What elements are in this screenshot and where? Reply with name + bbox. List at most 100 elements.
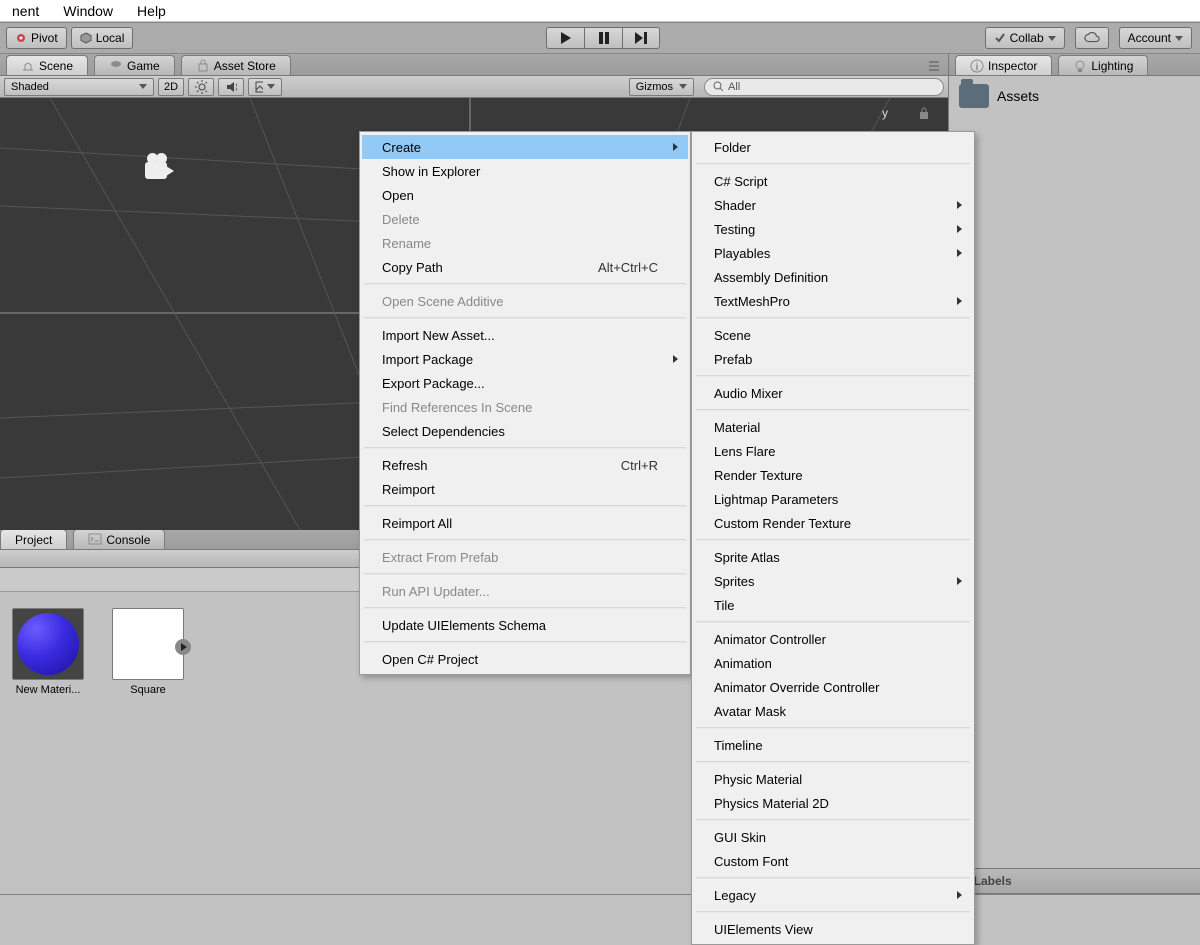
context-menu-item[interactable]: Reimport bbox=[362, 477, 688, 501]
create-menu-item[interactable]: Testing bbox=[694, 217, 972, 241]
context-menu-item[interactable]: Copy PathAlt+Ctrl+C bbox=[362, 255, 688, 279]
tab-console[interactable]: Console bbox=[73, 529, 165, 549]
create-menu-item[interactable]: Timeline bbox=[694, 733, 972, 757]
inspector-body: Assets bbox=[949, 76, 1200, 868]
step-button[interactable] bbox=[622, 27, 660, 49]
create-menu-item[interactable]: Animator Controller bbox=[694, 627, 972, 651]
create-menu-item[interactable]: Physics Material 2D bbox=[694, 791, 972, 815]
menu-item-shortcut: Ctrl+R bbox=[581, 458, 658, 473]
tab-lighting[interactable]: Lighting bbox=[1058, 55, 1148, 75]
create-menu-item[interactable]: Custom Font bbox=[694, 849, 972, 873]
asset-labels-header[interactable]: set Labels bbox=[949, 868, 1200, 894]
create-menu-item[interactable]: Material bbox=[694, 415, 972, 439]
menu-help[interactable]: Help bbox=[125, 1, 178, 21]
scene-search[interactable]: All bbox=[704, 78, 944, 96]
create-menu-separator bbox=[696, 163, 970, 165]
light-toggle[interactable] bbox=[188, 78, 214, 96]
menu-item-label: Sprite Atlas bbox=[714, 550, 780, 565]
axis-label: y bbox=[882, 106, 888, 120]
create-menu-item[interactable]: Folder bbox=[694, 135, 972, 159]
asset-item-sprite[interactable]: Square bbox=[108, 608, 188, 878]
tab-inspector[interactable]: i Inspector bbox=[955, 55, 1052, 75]
account-button[interactable]: Account bbox=[1119, 27, 1192, 49]
context-menu-item[interactable]: Import New Asset... bbox=[362, 323, 688, 347]
create-menu-item[interactable]: Render Texture bbox=[694, 463, 972, 487]
sun-icon bbox=[195, 80, 207, 94]
chevron-right-icon bbox=[673, 143, 678, 151]
context-menu-item[interactable]: Open C# Project bbox=[362, 647, 688, 671]
gizmos-dropdown[interactable]: Gizmos bbox=[629, 78, 694, 96]
menu-item-label: Update UIElements Schema bbox=[382, 618, 546, 633]
create-menu-item[interactable]: UIElements View bbox=[694, 917, 972, 941]
menu-item-label: Open C# Project bbox=[382, 652, 478, 667]
context-menu-item[interactable]: Import Package bbox=[362, 347, 688, 371]
tab-scene[interactable]: Scene bbox=[6, 55, 88, 75]
context-menu-item[interactable]: Open bbox=[362, 183, 688, 207]
create-menu-item[interactable]: C# Script bbox=[694, 169, 972, 193]
create-menu-item[interactable]: Animation bbox=[694, 651, 972, 675]
context-menu-item: Open Scene Additive bbox=[362, 289, 688, 313]
create-menu-item[interactable]: Custom Render Texture bbox=[694, 511, 972, 535]
context-menu-item[interactable]: Show in Explorer bbox=[362, 159, 688, 183]
step-icon bbox=[634, 31, 648, 45]
context-menu-separator bbox=[364, 573, 686, 575]
panel-options-button[interactable] bbox=[924, 57, 944, 75]
create-menu-item[interactable]: Audio Mixer bbox=[694, 381, 972, 405]
create-menu-item[interactable]: Avatar Mask bbox=[694, 699, 972, 723]
tab-game[interactable]: Game bbox=[94, 55, 175, 75]
create-menu-item[interactable]: Animator Override Controller bbox=[694, 675, 972, 699]
create-menu-separator bbox=[696, 621, 970, 623]
create-menu-separator bbox=[696, 877, 970, 879]
context-menu-item: Rename bbox=[362, 231, 688, 255]
create-menu-item[interactable]: Legacy bbox=[694, 883, 972, 907]
tab-project[interactable]: Project bbox=[0, 529, 67, 549]
menu-component[interactable]: nent bbox=[0, 1, 51, 21]
menu-item-label: Animator Controller bbox=[714, 632, 826, 647]
create-menu-item[interactable]: Sprite Atlas bbox=[694, 545, 972, 569]
speaker-icon bbox=[225, 80, 237, 94]
pause-button[interactable] bbox=[584, 27, 622, 49]
camera-gizmo[interactable] bbox=[145, 158, 179, 184]
mode-2d-label: 2D bbox=[164, 81, 178, 93]
menu-item-label: Render Texture bbox=[714, 468, 803, 483]
audio-toggle[interactable] bbox=[218, 78, 244, 96]
effects-dropdown[interactable] bbox=[248, 78, 282, 96]
context-menu-item[interactable]: Update UIElements Schema bbox=[362, 613, 688, 637]
collab-button[interactable]: Collab bbox=[985, 27, 1065, 49]
asset-item-material[interactable]: New Materi... bbox=[8, 608, 88, 878]
pivot-button[interactable]: Pivot bbox=[6, 27, 67, 49]
create-menu-item[interactable]: Shader bbox=[694, 193, 972, 217]
menu-item-label: Run API Updater... bbox=[382, 584, 490, 599]
create-menu-item[interactable]: GUI Skin bbox=[694, 825, 972, 849]
cloud-button[interactable] bbox=[1075, 27, 1109, 49]
create-menu-item[interactable]: Playables bbox=[694, 241, 972, 265]
create-menu-item[interactable]: Lightmap Parameters bbox=[694, 487, 972, 511]
mode-2d-button[interactable]: 2D bbox=[158, 78, 184, 96]
context-menu-item[interactable]: Reimport All bbox=[362, 511, 688, 535]
tab-project-label: Project bbox=[15, 533, 52, 547]
create-menu-item[interactable]: Physic Material bbox=[694, 767, 972, 791]
create-menu-item[interactable]: Prefab bbox=[694, 347, 972, 371]
context-menu-item[interactable]: Select Dependencies bbox=[362, 419, 688, 443]
context-menu-item[interactable]: Create bbox=[362, 135, 688, 159]
context-menu-item[interactable]: Export Package... bbox=[362, 371, 688, 395]
create-menu-item[interactable]: Lens Flare bbox=[694, 439, 972, 463]
create-menu-item[interactable]: TextMeshPro bbox=[694, 289, 972, 313]
create-menu-item[interactable]: Tile bbox=[694, 593, 972, 617]
asset-thumb-sprite bbox=[112, 608, 184, 680]
play-button[interactable] bbox=[546, 27, 584, 49]
context-menu-item[interactable]: RefreshCtrl+R bbox=[362, 453, 688, 477]
chevron-right-icon bbox=[957, 201, 962, 209]
create-menu-item[interactable]: Scene bbox=[694, 323, 972, 347]
local-button[interactable]: Local bbox=[71, 27, 134, 49]
create-menu-separator bbox=[696, 761, 970, 763]
shading-dropdown[interactable]: Shaded bbox=[4, 78, 154, 96]
lock-icon[interactable] bbox=[918, 106, 930, 120]
menu-item-label: Tile bbox=[714, 598, 734, 613]
tab-inspector-label: Inspector bbox=[988, 59, 1037, 73]
local-label: Local bbox=[96, 31, 125, 45]
create-menu-item[interactable]: Sprites bbox=[694, 569, 972, 593]
menu-window[interactable]: Window bbox=[51, 1, 125, 21]
tab-asset-store[interactable]: Asset Store bbox=[181, 55, 291, 75]
create-menu-item[interactable]: Assembly Definition bbox=[694, 265, 972, 289]
